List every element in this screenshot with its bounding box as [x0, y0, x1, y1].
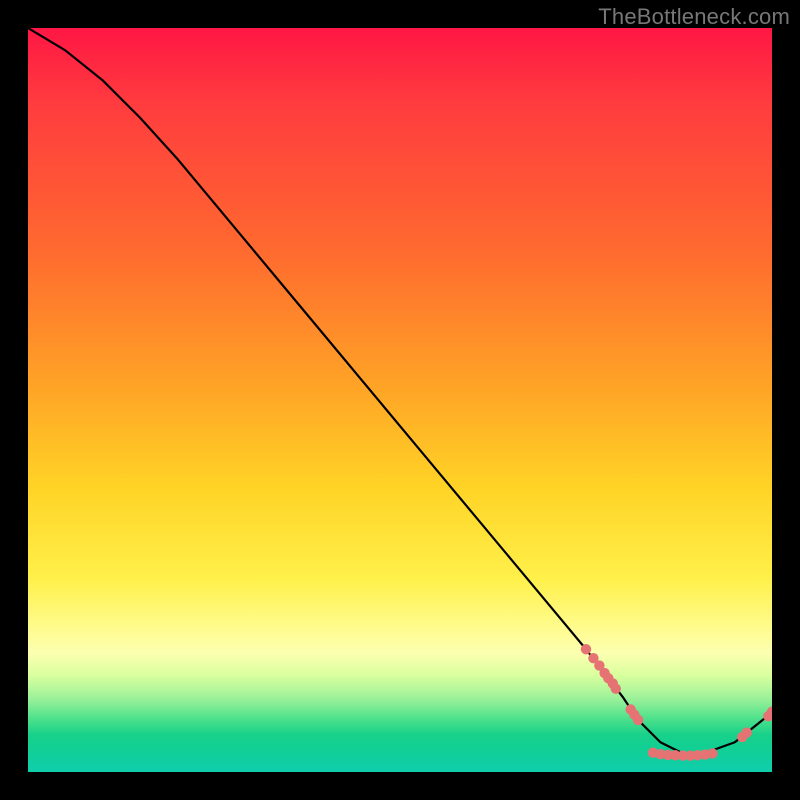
bottleneck-curve	[28, 28, 772, 756]
watermark-text: TheBottleneck.com	[598, 4, 790, 30]
data-point	[633, 715, 643, 725]
data-point	[707, 748, 717, 758]
data-point	[742, 727, 752, 737]
chart-frame: TheBottleneck.com	[0, 0, 800, 800]
data-point	[611, 683, 621, 693]
data-point	[581, 644, 591, 654]
plot-area	[28, 28, 772, 772]
plot-overlay	[28, 28, 772, 772]
data-points	[581, 644, 772, 761]
